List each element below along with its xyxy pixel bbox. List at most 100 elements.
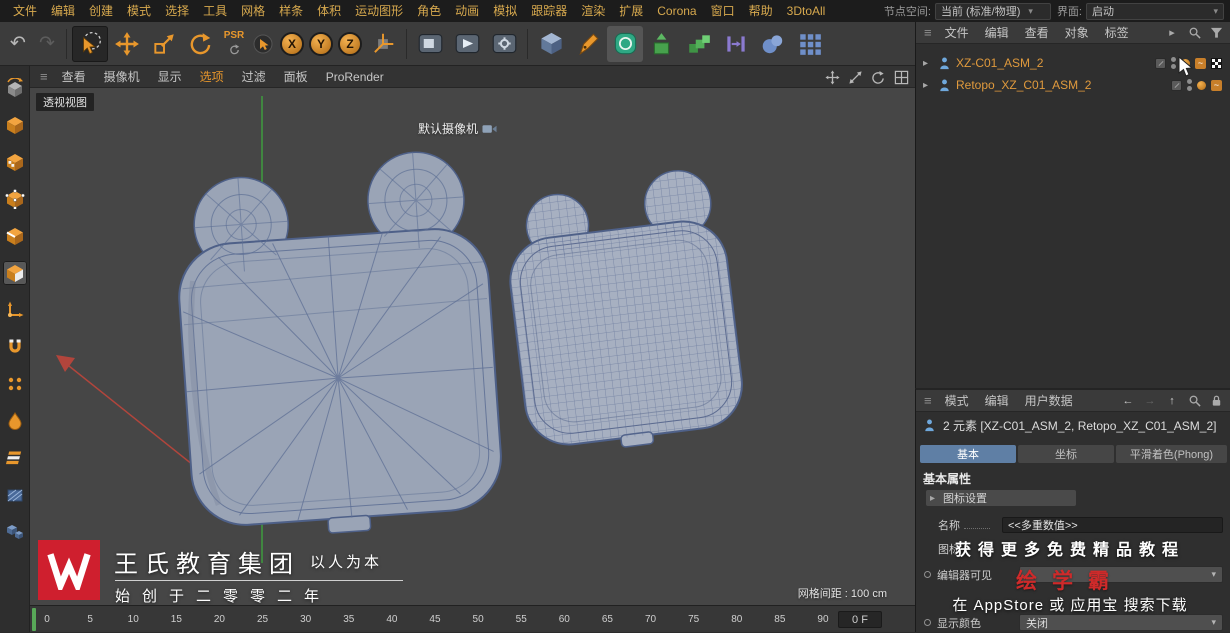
view-label[interactable]: 透视视图 xyxy=(36,93,94,111)
menu-render[interactable]: 渲染 xyxy=(574,0,612,22)
menu-tools[interactable]: 工具 xyxy=(196,0,234,22)
mograph-cloner-button[interactable] xyxy=(681,26,717,62)
am-menu-edit[interactable]: 编辑 xyxy=(978,390,1016,412)
point-mode-button[interactable] xyxy=(3,187,27,211)
phong-tag-icon[interactable]: ~ xyxy=(1211,79,1222,91)
render-picture-viewer-button[interactable] xyxy=(449,26,485,62)
forward-button[interactable]: → xyxy=(1142,393,1158,409)
om-menu-object[interactable]: 对象 xyxy=(1058,22,1096,44)
x-axis-lock-button[interactable]: X xyxy=(278,26,306,62)
model-mode-button[interactable] xyxy=(3,113,27,137)
am-menu-userdata[interactable]: 用户数据 xyxy=(1018,390,1080,412)
timeline[interactable]: 0 5 10 15 20 25 30 35 40 45 50 55 60 65 … xyxy=(30,605,915,632)
menu-tracker[interactable]: 跟踪器 xyxy=(524,0,574,22)
tab-coordinates[interactable]: 坐标 xyxy=(1018,445,1114,463)
om-grip-icon[interactable]: ≡ xyxy=(920,25,936,40)
editor-visible-select[interactable]: ▾ xyxy=(1019,566,1223,583)
make-editable-button[interactable] xyxy=(3,76,27,100)
live-selection-tool-button[interactable] xyxy=(72,25,108,62)
expand-caret-icon[interactable]: ▸ xyxy=(923,58,933,69)
menu-extensions[interactable]: 扩展 xyxy=(612,0,650,22)
tab-basic[interactable]: 基本 xyxy=(920,445,1016,463)
menu-create[interactable]: 创建 xyxy=(82,0,120,22)
tab-phong[interactable]: 平滑着色(Phong) xyxy=(1116,445,1227,463)
add-cube-button[interactable] xyxy=(533,26,569,62)
polygon-mode-button[interactable] xyxy=(2,261,27,285)
layer-toggle-icon[interactable] xyxy=(1171,79,1182,91)
menu-character[interactable]: 角色 xyxy=(410,0,448,22)
visibility-dots-icon[interactable] xyxy=(1171,57,1176,69)
undo-button[interactable]: ↶ xyxy=(4,26,32,62)
workplane-mode-button[interactable] xyxy=(3,520,27,544)
menu-corona[interactable]: Corona xyxy=(650,0,703,22)
viewport-menu-grip-icon[interactable]: ≡ xyxy=(36,69,52,84)
vp-menu-panel[interactable]: 面板 xyxy=(276,66,316,88)
name-input[interactable]: <<多重数值>> xyxy=(1002,516,1223,533)
am-grip-icon[interactable]: ≡ xyxy=(920,393,936,408)
om-search-button[interactable] xyxy=(1186,25,1202,41)
workplane-button[interactable] xyxy=(3,483,27,507)
up-button[interactable]: ↑ xyxy=(1164,393,1180,409)
scale-tool-button[interactable] xyxy=(146,26,182,62)
om-menu-edit[interactable]: 编辑 xyxy=(978,22,1016,44)
om-menu-view[interactable]: 查看 xyxy=(1018,22,1056,44)
scene-3d[interactable] xyxy=(30,66,915,605)
object-name[interactable]: XZ-C01_ASM_2 xyxy=(956,56,1043,70)
back-button[interactable]: ← xyxy=(1120,393,1136,409)
menu-help[interactable]: 帮助 xyxy=(742,0,780,22)
interface-select[interactable]: 启动 ▾ xyxy=(1086,2,1224,20)
camera-label-group[interactable]: 默认摄像机 xyxy=(418,120,497,137)
toggle-view-button[interactable] xyxy=(893,69,909,85)
render-view-button[interactable] xyxy=(412,26,448,62)
timeline-ruler[interactable]: 0 5 10 15 20 25 30 35 40 45 50 55 60 65 … xyxy=(40,606,830,633)
render-settings-button[interactable] xyxy=(486,26,522,62)
display-tag-icon[interactable] xyxy=(1211,57,1222,69)
vp-menu-view[interactable]: 查看 xyxy=(54,66,94,88)
node-space-select[interactable]: 当前 (标准/物理) ▾ xyxy=(934,2,1051,20)
am-lock-button[interactable] xyxy=(1208,393,1224,409)
timeline-playhead[interactable] xyxy=(32,608,36,631)
menu-animate[interactable]: 动画 xyxy=(448,0,486,22)
am-menu-mode[interactable]: 模式 xyxy=(938,390,976,412)
z-axis-lock-button[interactable]: Z xyxy=(336,26,364,62)
model-xz-c01[interactable] xyxy=(170,148,505,543)
array-button[interactable] xyxy=(792,26,828,62)
vertex-paint-button[interactable] xyxy=(3,409,27,433)
snap-toggle-button[interactable] xyxy=(3,335,27,359)
pan-view-button[interactable] xyxy=(824,69,840,85)
metaball-button[interactable] xyxy=(755,26,791,62)
rotate-view-button[interactable] xyxy=(870,69,886,85)
visibility-dots-icon[interactable] xyxy=(1187,79,1192,91)
vp-menu-camera[interactable]: 摄像机 xyxy=(96,66,148,88)
menu-mograph[interactable]: 运动图形 xyxy=(348,0,410,22)
icon-settings-group[interactable]: ▸ 图标设置 xyxy=(926,490,1076,506)
edge-mode-button[interactable] xyxy=(3,224,27,248)
layer-toggle-icon[interactable] xyxy=(1155,57,1166,69)
vp-menu-prorender[interactable]: ProRender xyxy=(318,66,392,88)
vp-menu-display[interactable]: 显示 xyxy=(150,66,190,88)
field-button[interactable] xyxy=(718,26,754,62)
expand-caret-icon[interactable]: ▸ xyxy=(923,80,933,91)
param-circle-icon[interactable] xyxy=(924,571,931,578)
coordinate-system-button[interactable] xyxy=(365,26,401,62)
zoom-view-button[interactable] xyxy=(847,69,863,85)
y-axis-lock-button[interactable]: Y xyxy=(307,26,335,62)
viewport[interactable]: ≡ 查看 摄像机 显示 选项 过滤 面板 ProRender 透视视图 默认摄像… xyxy=(30,66,915,605)
layers-button[interactable] xyxy=(3,446,27,470)
menu-file[interactable]: 文件 xyxy=(6,0,44,22)
om-menu-tags[interactable]: 标签 xyxy=(1098,22,1136,44)
phong-tag-icon[interactable]: ~ xyxy=(1195,57,1206,69)
menu-3dtoall[interactable]: 3DtoAll xyxy=(780,0,833,22)
menu-mesh[interactable]: 网格 xyxy=(234,0,272,22)
extrude-button[interactable] xyxy=(644,26,680,62)
move-tool-button[interactable] xyxy=(109,26,145,62)
spline-pen-button[interactable] xyxy=(570,26,606,62)
axis-mode-button[interactable] xyxy=(3,298,27,322)
vp-menu-options[interactable]: 选项 xyxy=(192,66,232,88)
param-circle-icon[interactable] xyxy=(924,619,931,626)
menu-spline[interactable]: 样条 xyxy=(272,0,310,22)
texture-mode-button[interactable] xyxy=(3,150,27,174)
display-color-select[interactable]: 关闭 ▾ xyxy=(1019,614,1223,631)
menu-window[interactable]: 窗口 xyxy=(704,0,742,22)
quantize-button[interactable] xyxy=(3,372,27,396)
